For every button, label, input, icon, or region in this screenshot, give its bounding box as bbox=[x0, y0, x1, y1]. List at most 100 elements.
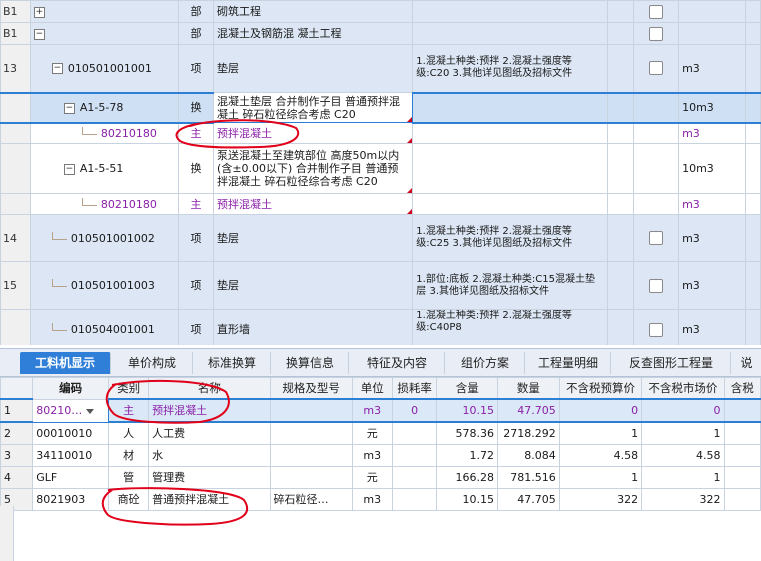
unit-value: 元 bbox=[351, 466, 393, 489]
header-tax[interactable]: 含税 bbox=[723, 377, 761, 400]
item-name: 预拌混凝土 bbox=[213, 193, 414, 215]
loss-value bbox=[391, 466, 438, 489]
row-number: 13 bbox=[0, 44, 31, 93]
table-row[interactable]: B1 − 部 混凝土及钢筋混 凝土工程 bbox=[0, 22, 761, 45]
unit-value: m3 bbox=[351, 444, 393, 467]
item-type: 项 bbox=[177, 44, 215, 93]
item-code: 010501001001 bbox=[67, 61, 152, 75]
tab-unit-price[interactable]: 单价构成 bbox=[112, 352, 193, 374]
table-row[interactable]: 2 00010010 人 人工费 元 578.36 2718.292 1 1 bbox=[0, 421, 761, 445]
checkbox[interactable] bbox=[649, 4, 664, 19]
market-price-value: 0 bbox=[641, 398, 725, 423]
table-row[interactable]: − A1-5-51 换 泵送混凝土至建筑部位 高度50m以内(含±0.00以下) … bbox=[0, 143, 761, 194]
item-type: 项 bbox=[177, 261, 215, 310]
table-row-selected[interactable]: − A1-5-78 换 混凝土垫层 合并制作子目 普通预拌混凝土 碎石粒径综合考虑… bbox=[0, 91, 761, 124]
content-value: 1.72 bbox=[436, 444, 499, 467]
table-row[interactable]: 80210180 主 预拌混凝土 m3 bbox=[0, 122, 761, 144]
note-marker bbox=[407, 138, 412, 143]
header-market-price[interactable]: 不含税市场价 bbox=[641, 377, 725, 400]
tree-line bbox=[51, 231, 67, 240]
row-number bbox=[0, 309, 31, 345]
collapse-toggle[interactable]: − bbox=[63, 102, 75, 114]
item-code: 010501001003 bbox=[70, 279, 155, 292]
quantity-value: 47.705 bbox=[497, 398, 560, 423]
code-value: 8021903 bbox=[32, 488, 110, 511]
dropdown-arrow-icon[interactable] bbox=[86, 408, 95, 414]
item-type: 部 bbox=[177, 0, 215, 23]
quantity-value: 781.516 bbox=[497, 466, 560, 489]
tree-line bbox=[51, 279, 67, 287]
checkbox[interactable] bbox=[649, 322, 664, 337]
header-spec[interactable]: 规格及型号 bbox=[269, 377, 353, 400]
table-row[interactable]: 80210180 主 预拌混凝土 m3 bbox=[0, 193, 761, 215]
category-value: 主 bbox=[108, 398, 150, 423]
item-unit: m3 bbox=[678, 214, 747, 262]
header-unit[interactable]: 单位 bbox=[351, 377, 393, 400]
spec-value: 碎石粒径… bbox=[269, 488, 353, 511]
unit-value: m3 bbox=[351, 488, 393, 511]
tab-conversion-info[interactable]: 换算信息 bbox=[272, 352, 349, 374]
loss-value: 0 bbox=[391, 398, 438, 423]
spec-value bbox=[269, 421, 353, 445]
table-row[interactable]: 5 8021903 商砼 普通预拌混凝土 碎石粒径… m3 10.15 47.7… bbox=[0, 488, 761, 511]
item-type: 项 bbox=[177, 309, 215, 345]
table-row[interactable]: 010504001001 项 直形墙 1.混凝土种类:预拌 2.混凝土强度等级:… bbox=[0, 309, 761, 345]
header-category[interactable]: 类别 bbox=[108, 377, 150, 400]
checkbox[interactable] bbox=[649, 278, 664, 293]
table-row-selected[interactable]: 1 80210… 主 预拌混凝土 m3 0 10.15 47.705 0 0 bbox=[0, 398, 761, 423]
loss-value bbox=[391, 421, 438, 445]
row-number: 4 bbox=[0, 466, 34, 489]
content-value: 166.28 bbox=[436, 466, 499, 489]
market-price-value: 1 bbox=[641, 421, 725, 445]
tab-reverse-check[interactable]: 反查图形工程量 bbox=[612, 352, 731, 374]
tab-features[interactable]: 特征及内容 bbox=[350, 352, 445, 374]
checkbox[interactable] bbox=[649, 231, 664, 245]
item-unit bbox=[678, 0, 747, 23]
checkbox[interactable] bbox=[649, 26, 664, 41]
tab-description[interactable]: 说 bbox=[732, 352, 761, 374]
checkbox[interactable] bbox=[649, 61, 664, 76]
table-row[interactable]: 13 −010501001001 项 垫层 1.混凝土种类:预拌 2.混凝土强度… bbox=[0, 44, 761, 93]
code-value: 34110010 bbox=[32, 444, 110, 467]
item-type: 换 bbox=[177, 91, 215, 124]
header-budget-price[interactable]: 不含税预算价 bbox=[558, 377, 643, 400]
table-row[interactable]: 14 010501001002 项 垫层 1.混凝土种类:预拌 2.混凝土强度等… bbox=[0, 214, 761, 262]
category-value: 人 bbox=[108, 421, 150, 445]
tab-standard-conversion[interactable]: 标准换算 bbox=[194, 352, 271, 374]
note-marker bbox=[407, 209, 412, 214]
item-unit: m3 bbox=[678, 309, 747, 345]
header-name[interactable]: 名称 bbox=[148, 377, 271, 400]
name-value: 预拌混凝土 bbox=[148, 398, 271, 423]
item-features bbox=[412, 22, 609, 45]
collapse-toggle[interactable]: − bbox=[33, 28, 45, 40]
table-row[interactable]: 15 010501001003 项 垫层 1.部位:底板 2.混凝土种类:C15… bbox=[0, 261, 761, 310]
expand-toggle[interactable]: + bbox=[33, 6, 45, 18]
spec-value bbox=[269, 444, 353, 467]
header-code[interactable]: 编码 bbox=[32, 377, 110, 400]
item-features bbox=[412, 91, 609, 124]
header-quantity[interactable]: 数量 bbox=[497, 377, 560, 400]
item-name[interactable]: 混凝土垫层 合并制作子目 普通预拌混凝土 碎石粒径综合考虑 C20 bbox=[213, 92, 414, 123]
category-value: 管 bbox=[108, 466, 150, 489]
table-row[interactable]: 3 34110010 材 水 m3 1.72 8.084 4.58 4.58 bbox=[0, 444, 761, 467]
note-marker bbox=[407, 117, 412, 122]
item-type: 主 bbox=[177, 122, 215, 144]
quantity-value: 47.705 bbox=[497, 488, 560, 511]
table-row[interactable]: B1 + 部 砌筑工程 bbox=[0, 0, 761, 23]
row-number: 2 bbox=[0, 421, 34, 445]
tab-pricing-plan[interactable]: 组价方案 bbox=[446, 352, 525, 374]
table-row[interactable]: 4 GLF 管 管理费 元 166.28 781.516 1 1 bbox=[0, 466, 761, 489]
item-type: 项 bbox=[177, 214, 215, 262]
item-features: 1.混凝土种类:预拌 2.混凝土强度等级:C25 3.其他详见图纸及招标文件 bbox=[412, 214, 609, 262]
code-value: 00010010 bbox=[32, 421, 110, 445]
header-content[interactable]: 含量 bbox=[436, 377, 499, 400]
row-number: B1 bbox=[0, 22, 31, 45]
header-loss-rate[interactable]: 损耗率 bbox=[391, 377, 438, 400]
tab-materials[interactable]: 工料机显示 bbox=[20, 352, 111, 374]
tab-quantity-detail[interactable]: 工程量明细 bbox=[526, 352, 611, 374]
item-name: 垫层 bbox=[213, 44, 414, 93]
collapse-toggle[interactable]: − bbox=[51, 63, 63, 75]
tree-line bbox=[81, 126, 97, 135]
item-features: 1.部位:底板 2.混凝土种类:C15混凝土垫层 3.其他详见图纸及招标文件 bbox=[412, 261, 609, 310]
collapse-toggle[interactable]: − bbox=[63, 163, 75, 175]
